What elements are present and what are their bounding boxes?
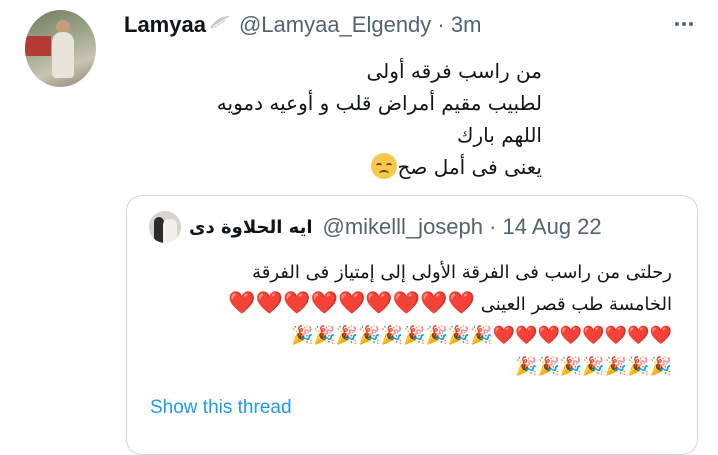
quoted-line-with-hearts: الخامسة طب قصر العينى ❤️❤️❤️❤️❤️❤️❤️❤️❤️ (152, 288, 672, 320)
tweet-line: من راسب فرقه أولى (366, 59, 542, 83)
hearts-emoji-row: ❤️❤️❤️❤️❤️❤️❤️❤️❤️ (228, 291, 475, 316)
quoted-line: الخامسة طب قصر العينى (480, 294, 672, 315)
quoted-tweet-header: ايه الحلاوة دى @mikelll_joseph · 14 Aug … (189, 211, 602, 243)
tweet-line: اللهم بارك (457, 123, 542, 147)
display-name[interactable]: Lamyaa (124, 12, 206, 38)
emoji-row: 🎉🎉🎉🎉🎉🎉🎉🎉🎉❤️❤️❤️❤️❤️❤️❤️❤️ (290, 325, 672, 346)
wing-icon (209, 15, 231, 36)
quoted-user-avatar[interactable] (149, 211, 181, 243)
emoji-row: 🎉🎉🎉🎉🎉🎉🎉 (515, 356, 672, 377)
tweet-line: يعنى فى أمل صح (397, 155, 542, 179)
quoted-handle-and-date[interactable]: @mikelll_joseph · 14 Aug 22 (323, 214, 602, 240)
more-options-icon[interactable] (672, 12, 696, 36)
tweet-header: Lamyaa @Lamyaa_Elgendy · 3m (124, 8, 481, 42)
show-thread-link[interactable]: Show this thread (150, 397, 292, 419)
disappointed-face-icon (371, 153, 398, 179)
quoted-tweet[interactable]: ايه الحلاوة دى @mikelll_joseph · 14 Aug … (126, 195, 698, 455)
quoted-display-name[interactable]: ايه الحلاوة دى (189, 217, 313, 238)
quoted-tweet-text: رحلتى من راسب فى الفرقة الأولى إلى إمتيا… (152, 257, 672, 382)
handle-and-time[interactable]: @Lamyaa_Elgendy · 3m (239, 12, 481, 38)
tweet-line-with-emoji: يعنى فى أمل صح (122, 151, 542, 183)
quoted-line: رحلتى من راسب فى الفرقة الأولى إلى إمتيا… (252, 262, 672, 283)
user-avatar[interactable] (25, 10, 96, 87)
tweet-text: من راسب فرقه أولى لطبيب مقيم أمراض قلب و… (122, 55, 542, 183)
tweet-line: لطبيب مقيم أمراض قلب و أوعيه دمويه (216, 91, 542, 115)
